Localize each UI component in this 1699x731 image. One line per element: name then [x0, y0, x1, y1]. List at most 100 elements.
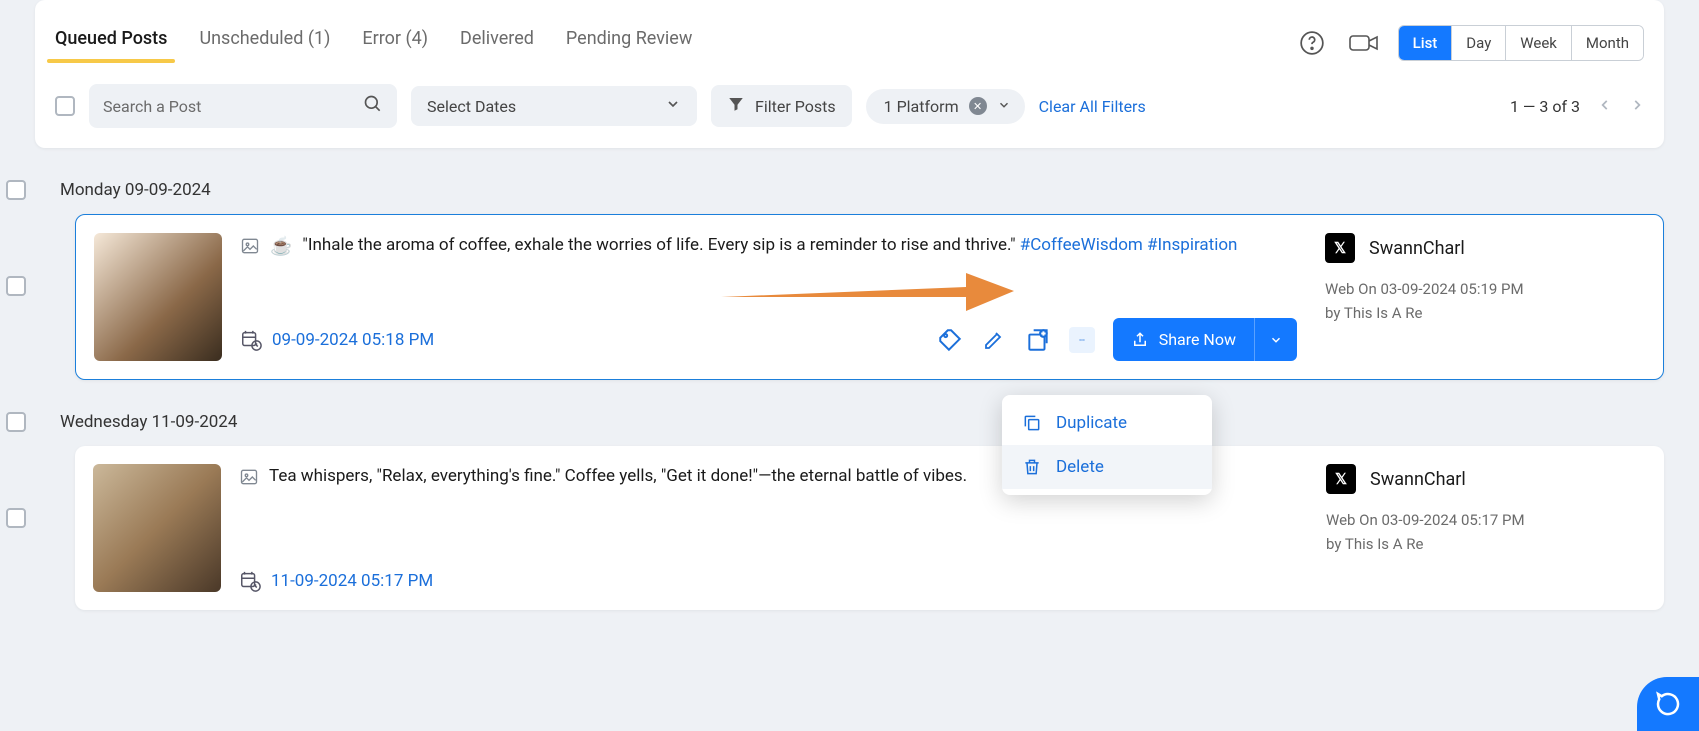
tab-delivered[interactable]: Delivered — [460, 28, 534, 63]
add-to-queue-icon[interactable] — [1025, 327, 1051, 353]
date-group-header: Monday 09-09-2024 — [40, 180, 1664, 200]
chat-support-button[interactable] — [1637, 677, 1699, 731]
post-checkbox[interactable] — [6, 276, 26, 296]
post-card[interactable]: ☕ "Inhale the aroma of coffee, exhale th… — [75, 214, 1664, 380]
edit-icon[interactable] — [981, 327, 1007, 353]
pager-text: 1 — 3 of 3 — [1510, 97, 1580, 116]
date-group-label: Monday 09-09-2024 — [60, 180, 211, 200]
funnel-icon — [727, 95, 745, 117]
post-actions: Share Now — [937, 318, 1297, 361]
trash-icon — [1022, 457, 1042, 477]
post-created-by: by This Is A Re — [1326, 532, 1646, 556]
group-checkbox[interactable] — [6, 180, 26, 200]
tab-pending-review[interactable]: Pending Review — [566, 28, 692, 63]
share-now-label: Share Now — [1159, 330, 1236, 349]
post-schedule[interactable]: 09-09-2024 05:18 PM — [240, 329, 434, 351]
post-account: 𝕏 SwannCharl — [1325, 233, 1645, 263]
date-group-header: Wednesday 11-09-2024 — [40, 412, 1664, 432]
post-content-row: ☕ "Inhale the aroma of coffee, exhale th… — [240, 233, 1297, 265]
post-text: "Inhale the aroma of coffee, exhale the … — [302, 233, 1237, 259]
post-row: ☕ "Inhale the aroma of coffee, exhale th… — [0, 214, 1664, 380]
share-now-dropdown[interactable] — [1254, 318, 1297, 361]
dropdown-duplicate-label: Duplicate — [1056, 413, 1127, 433]
more-options-button[interactable] — [1069, 327, 1095, 353]
view-list[interactable]: List — [1399, 26, 1453, 60]
view-week[interactable]: Week — [1506, 26, 1572, 60]
tab-error[interactable]: Error (4) — [362, 28, 428, 63]
share-now-main[interactable]: Share Now — [1113, 318, 1254, 361]
date-group-row: Monday 09-09-2024 — [0, 148, 1664, 214]
pager-next[interactable] — [1630, 97, 1644, 116]
tab-unscheduled[interactable]: Unscheduled (1) — [199, 28, 330, 63]
post-account: 𝕏 SwannCharl — [1326, 464, 1646, 494]
date-select[interactable]: Select Dates — [411, 86, 697, 126]
account-name: SwannCharl — [1369, 238, 1465, 259]
post-meta-info: Web On 03-09-2024 05:17 PM by This Is A … — [1326, 508, 1646, 556]
post-meta-info: Web On 03-09-2024 05:19 PM by This Is A … — [1325, 277, 1645, 325]
image-icon — [240, 236, 260, 265]
post-thumbnail — [93, 464, 221, 592]
dropdown-delete[interactable]: Delete — [1002, 445, 1212, 489]
filter-posts-label: Filter Posts — [755, 97, 836, 116]
search-input[interactable] — [103, 97, 363, 116]
account-name: SwannCharl — [1370, 469, 1466, 490]
platform-filter-chip[interactable]: 1 Platform ✕ — [866, 89, 1025, 124]
post-schedule[interactable]: 11-09-2024 05:17 PM — [239, 570, 433, 592]
calendar-clock-icon — [239, 570, 261, 592]
group-checkbox[interactable] — [6, 412, 26, 432]
post-card[interactable]: Tea whispers, "Relax, everything's fine.… — [75, 446, 1664, 610]
chevron-down-icon — [997, 97, 1011, 116]
post-thumbnail — [94, 233, 222, 361]
close-icon[interactable]: ✕ — [969, 97, 987, 115]
date-group-label: Wednesday 11-09-2024 — [60, 412, 237, 432]
pager: 1 — 3 of 3 — [1510, 97, 1644, 116]
post-datetime: 11-09-2024 05:17 PM — [271, 571, 433, 591]
coffee-emoji-icon: ☕ — [270, 233, 292, 260]
post-datetime: 09-09-2024 05:18 PM — [272, 330, 434, 350]
post-bottom-row: 09-09-2024 05:18 PM — [240, 300, 1297, 361]
chevron-down-icon — [665, 96, 681, 116]
date-select-label: Select Dates — [427, 97, 516, 116]
share-icon — [1131, 331, 1149, 349]
tabs: Queued Posts Unscheduled (1) Error (4) D… — [55, 0, 692, 63]
platform-chip-label: 1 Platform — [884, 97, 959, 116]
tabs-row: Queued Posts Unscheduled (1) Error (4) D… — [55, 0, 1644, 64]
filter-posts-button[interactable]: Filter Posts — [711, 85, 852, 127]
view-month[interactable]: Month — [1572, 26, 1643, 60]
x-platform-icon: 𝕏 — [1325, 233, 1355, 263]
share-now-button: Share Now — [1113, 318, 1297, 361]
clear-filters-link[interactable]: Clear All Filters — [1039, 97, 1146, 116]
view-day[interactable]: Day — [1452, 26, 1506, 60]
duplicate-icon — [1022, 413, 1042, 433]
search-box — [89, 84, 397, 128]
more-options-dropdown: Duplicate Delete — [1002, 395, 1212, 495]
post-body: ☕ "Inhale the aroma of coffee, exhale th… — [240, 233, 1297, 361]
post-created-by: by This Is A Re — [1325, 301, 1645, 325]
chevron-down-icon — [1269, 333, 1283, 347]
video-icon[interactable] — [1346, 25, 1382, 61]
help-icon[interactable] — [1294, 25, 1330, 61]
post-meta-panel: 𝕏 SwannCharl Web On 03-09-2024 05:17 PM … — [1316, 464, 1646, 592]
post-text: Tea whispers, "Relax, everything's fine.… — [269, 464, 967, 490]
x-platform-icon: 𝕏 — [1326, 464, 1356, 494]
search-icon — [363, 94, 383, 118]
header-right: List Day Week Month — [1294, 3, 1644, 61]
tab-queued-posts[interactable]: Queued Posts — [55, 28, 167, 63]
chat-icon — [1653, 689, 1683, 719]
calendar-clock-icon — [240, 329, 262, 351]
date-group-row: Wednesday 11-09-2024 — [0, 380, 1664, 446]
post-created-on: Web On 03-09-2024 05:19 PM — [1325, 277, 1645, 301]
dropdown-duplicate[interactable]: Duplicate — [1002, 401, 1212, 445]
dropdown-delete-label: Delete — [1056, 457, 1104, 477]
view-switch: List Day Week Month — [1398, 25, 1644, 61]
post-checkbox[interactable] — [6, 508, 26, 528]
tag-icon[interactable] — [937, 327, 963, 353]
post-bottom-row: 11-09-2024 05:17 PM — [239, 552, 1298, 592]
filter-row: Select Dates Filter Posts 1 Platform ✕ C… — [55, 64, 1644, 128]
pager-prev[interactable] — [1598, 97, 1612, 116]
image-icon — [239, 467, 259, 496]
post-created-on: Web On 03-09-2024 05:17 PM — [1326, 508, 1646, 532]
select-all-checkbox[interactable] — [55, 96, 75, 116]
post-hashtags: #CoffeeWisdom #Inspiration — [1020, 235, 1238, 255]
post-row: Tea whispers, "Relax, everything's fine.… — [0, 446, 1664, 610]
